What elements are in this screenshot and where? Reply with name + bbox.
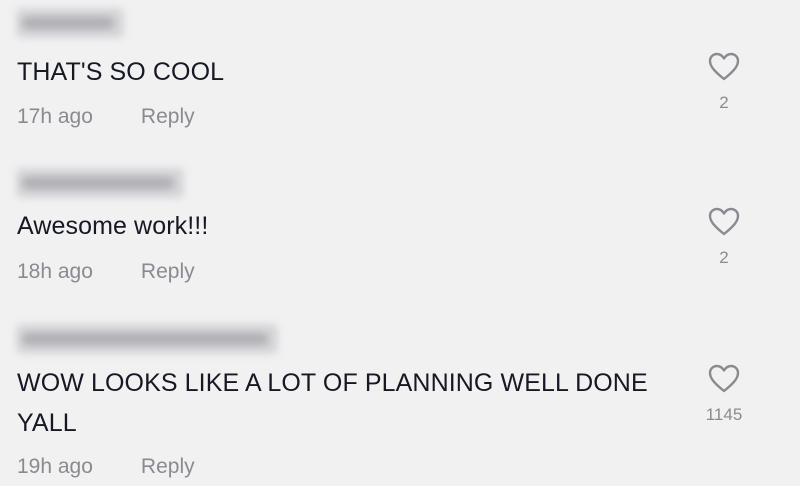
heart-icon[interactable] [708,364,740,394]
comment-text: THAT'S SO COOL [17,58,225,86]
heart-icon[interactable] [708,207,740,237]
like-control: 1145 [700,364,748,425]
comment-meta: 19h ago Reply [17,455,195,479]
comment-list: THAT'S SO COOL 17h ago Reply 2 Awesome w… [0,0,800,486]
reply-button[interactable]: Reply [141,260,195,284]
comment-timestamp: 17h ago [17,105,93,128]
blurred-username[interactable] [16,168,184,198]
comment-text: Awesome work!!! [17,212,209,240]
reply-button[interactable]: Reply [141,105,195,129]
comment-timestamp: 18h ago [17,260,93,283]
blurred-username[interactable] [16,8,124,38]
like-control: 2 [700,52,748,113]
comment-meta: 18h ago Reply [17,260,195,284]
reply-button[interactable]: Reply [141,455,195,479]
blurred-username[interactable] [16,324,278,354]
comment-text: WOW LOOKS LIKE A LOT OF PLANNING WELL DO… [17,369,648,437]
like-count: 1145 [705,405,743,424]
like-control: 2 [700,207,748,268]
like-count: 2 [719,93,729,112]
heart-icon[interactable] [708,52,740,82]
comment-meta: 17h ago Reply [17,105,195,129]
like-count: 2 [719,248,729,267]
comment-timestamp: 19h ago [17,455,93,478]
